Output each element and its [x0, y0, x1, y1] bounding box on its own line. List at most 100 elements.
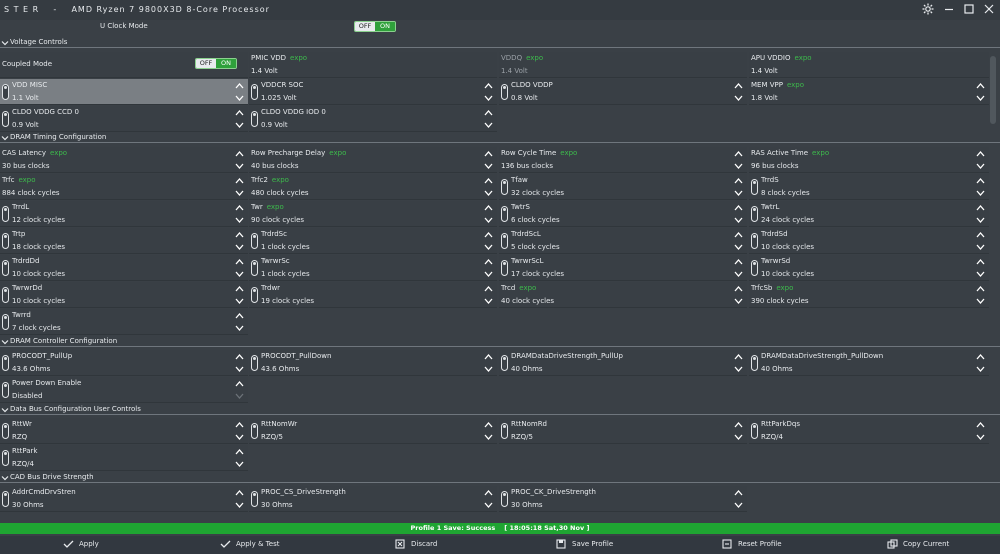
increment-chevron-up-icon[interactable] — [235, 150, 244, 158]
setting-twtrs[interactable]: TwtrS 6 clock cycles — [499, 201, 747, 227]
decrement-chevron-down-icon[interactable] — [976, 189, 985, 197]
lock-toggle-icon[interactable] — [751, 206, 758, 222]
increment-chevron-up-icon[interactable] — [235, 421, 244, 429]
decrement-chevron-down-icon[interactable] — [976, 365, 985, 373]
decrement-chevron-down-icon[interactable] — [235, 94, 244, 102]
setting-cldo-vddg-ccd0[interactable]: CLDO VDDG CCD 0 0.9 Volt — [0, 106, 248, 132]
setting-twrwrscl[interactable]: TwrwrScL 17 clock cycles — [499, 255, 747, 281]
setting-trcd[interactable]: Trcd expo 40 clock cycles — [499, 282, 747, 308]
decrement-chevron-down-icon[interactable] — [484, 433, 493, 441]
increment-chevron-up-icon[interactable] — [235, 353, 244, 361]
increment-chevron-up-icon[interactable] — [235, 258, 244, 266]
section-dram-controller[interactable]: DRAM Controller Configuration — [0, 337, 1000, 347]
increment-chevron-up-icon[interactable] — [734, 353, 743, 361]
setting-trrdl[interactable]: TrrdL 12 clock cycles — [0, 201, 248, 227]
increment-chevron-up-icon[interactable] — [484, 258, 493, 266]
decrement-chevron-down-icon[interactable] — [484, 162, 493, 170]
increment-chevron-up-icon[interactable] — [484, 82, 493, 90]
increment-chevron-up-icon[interactable] — [976, 82, 985, 90]
lock-toggle-icon[interactable] — [751, 355, 758, 371]
decrement-chevron-down-icon[interactable] — [734, 216, 743, 224]
decrement-chevron-down-icon[interactable] — [734, 94, 743, 102]
setting-trfcsb[interactable]: TrfcSb expo 390 clock cycles — [749, 282, 989, 308]
decrement-chevron-down-icon[interactable] — [976, 243, 985, 251]
decrement-chevron-down-icon[interactable] — [235, 460, 244, 468]
increment-chevron-up-icon[interactable] — [734, 177, 743, 185]
setting-vddcr-soc[interactable]: VDDCR SOC 1.025 Volt — [249, 79, 497, 105]
uclock-mode-toggle[interactable]: OFF ON — [354, 21, 396, 32]
decrement-chevron-down-icon[interactable] — [734, 433, 743, 441]
lock-toggle-icon[interactable] — [501, 233, 508, 249]
save-profile-button[interactable]: Save Profile — [556, 536, 613, 552]
lock-toggle-icon[interactable] — [2, 233, 9, 249]
decrement-chevron-down-icon[interactable] — [235, 324, 244, 332]
setting-trdrdsd[interactable]: TrdrdSd 10 clock cycles — [749, 228, 989, 254]
setting-row-precharge-delay[interactable]: Row Precharge Delay expo 40 bus clocks — [249, 147, 497, 173]
coupled-mode-toggle[interactable]: OFF ON — [195, 58, 237, 69]
setting-twrwrsc[interactable]: TwrwrSc 1 clock cycles — [249, 255, 497, 281]
lock-toggle-icon[interactable] — [251, 233, 258, 249]
setting-row-cycle-time[interactable]: Row Cycle Time expo 136 bus clocks — [499, 147, 747, 173]
setting-twrwrsd[interactable]: TwrwrSd 10 clock cycles — [749, 255, 989, 281]
increment-chevron-up-icon[interactable] — [235, 448, 244, 456]
lock-toggle-icon[interactable] — [2, 491, 9, 507]
decrement-chevron-down-icon[interactable] — [235, 189, 244, 197]
setting-rttpark[interactable]: RttPark RZQ/4 — [0, 445, 248, 471]
lock-toggle-icon[interactable] — [501, 423, 508, 439]
lock-toggle-icon[interactable] — [2, 382, 9, 398]
section-voltage-controls[interactable]: Voltage Controls — [0, 38, 1000, 48]
decrement-chevron-down-icon[interactable] — [484, 243, 493, 251]
lock-toggle-icon[interactable] — [2, 450, 9, 466]
setting-mem-vpp[interactable]: MEM VPP expo 1.8 Volt — [749, 79, 989, 105]
increment-chevron-up-icon[interactable] — [235, 82, 244, 90]
setting-vddq[interactable]: VDDQ expo 1.4 Volt — [499, 52, 747, 78]
maximize-icon[interactable] — [963, 3, 977, 17]
increment-chevron-up-icon[interactable] — [484, 353, 493, 361]
lock-toggle-icon[interactable] — [2, 111, 9, 127]
decrement-chevron-down-icon[interactable] — [484, 365, 493, 373]
setting-vdd-misc[interactable]: VDD MISC 1.1 Volt — [0, 79, 248, 105]
increment-chevron-up-icon[interactable] — [484, 177, 493, 185]
decrement-chevron-down-icon[interactable] — [484, 297, 493, 305]
increment-chevron-up-icon[interactable] — [976, 421, 985, 429]
section-data-bus[interactable]: Data Bus Configuration User Controls — [0, 405, 1000, 415]
setting-rttnomwr[interactable]: RttNomWr RZQ/5 — [249, 418, 497, 444]
lock-toggle-icon[interactable] — [251, 355, 258, 371]
setting-dram-ds-pulldown[interactable]: DRAMDataDriveStrength_PullDown 40 Ohms — [749, 350, 989, 376]
increment-chevron-up-icon[interactable] — [484, 150, 493, 158]
decrement-chevron-down-icon[interactable] — [976, 270, 985, 278]
discard-button[interactable]: Discard — [395, 536, 437, 552]
decrement-chevron-down-icon[interactable] — [235, 121, 244, 129]
increment-chevron-up-icon[interactable] — [235, 285, 244, 293]
decrement-chevron-down-icon[interactable] — [976, 433, 985, 441]
setting-tfaw[interactable]: Tfaw 32 clock cycles — [499, 174, 747, 200]
increment-chevron-up-icon[interactable] — [235, 380, 244, 388]
setting-proc-cs-drive[interactable]: PROC_CS_DriveStrength 30 Ohms — [249, 486, 497, 512]
setting-cldo-vddg-iod0[interactable]: CLDO VDDG IOD 0 0.9 Volt — [249, 106, 497, 132]
setting-twtrl[interactable]: TwtrL 24 clock cycles — [749, 201, 989, 227]
decrement-chevron-down-icon[interactable] — [484, 121, 493, 129]
setting-cas-latency[interactable]: CAS Latency expo 30 bus clocks — [0, 147, 248, 173]
decrement-chevron-down-icon[interactable] — [484, 501, 493, 509]
decrement-chevron-down-icon[interactable] — [484, 94, 493, 102]
lock-toggle-icon[interactable] — [751, 260, 758, 276]
increment-chevron-up-icon[interactable] — [734, 421, 743, 429]
increment-chevron-up-icon[interactable] — [235, 204, 244, 212]
increment-chevron-up-icon[interactable] — [734, 82, 743, 90]
decrement-chevron-down-icon[interactable] — [235, 392, 244, 400]
decrement-chevron-down-icon[interactable] — [734, 189, 743, 197]
increment-chevron-up-icon[interactable] — [235, 312, 244, 320]
decrement-chevron-down-icon[interactable] — [235, 365, 244, 373]
setting-power-down-enable[interactable]: Power Down Enable Disabled — [0, 377, 248, 403]
setting-dram-ds-pullup[interactable]: DRAMDataDriveStrength_PullUp 40 Ohms — [499, 350, 747, 376]
increment-chevron-up-icon[interactable] — [734, 204, 743, 212]
lock-toggle-icon[interactable] — [251, 111, 258, 127]
setting-trdwr[interactable]: Trdwr 19 clock cycles — [249, 282, 497, 308]
setting-trtp[interactable]: Trtp 18 clock cycles — [0, 228, 248, 254]
increment-chevron-up-icon[interactable] — [484, 421, 493, 429]
lock-toggle-icon[interactable] — [501, 84, 508, 100]
decrement-chevron-down-icon[interactable] — [734, 243, 743, 251]
lock-toggle-icon[interactable] — [2, 206, 9, 222]
lock-toggle-icon[interactable] — [501, 491, 508, 507]
decrement-chevron-down-icon[interactable] — [976, 216, 985, 224]
